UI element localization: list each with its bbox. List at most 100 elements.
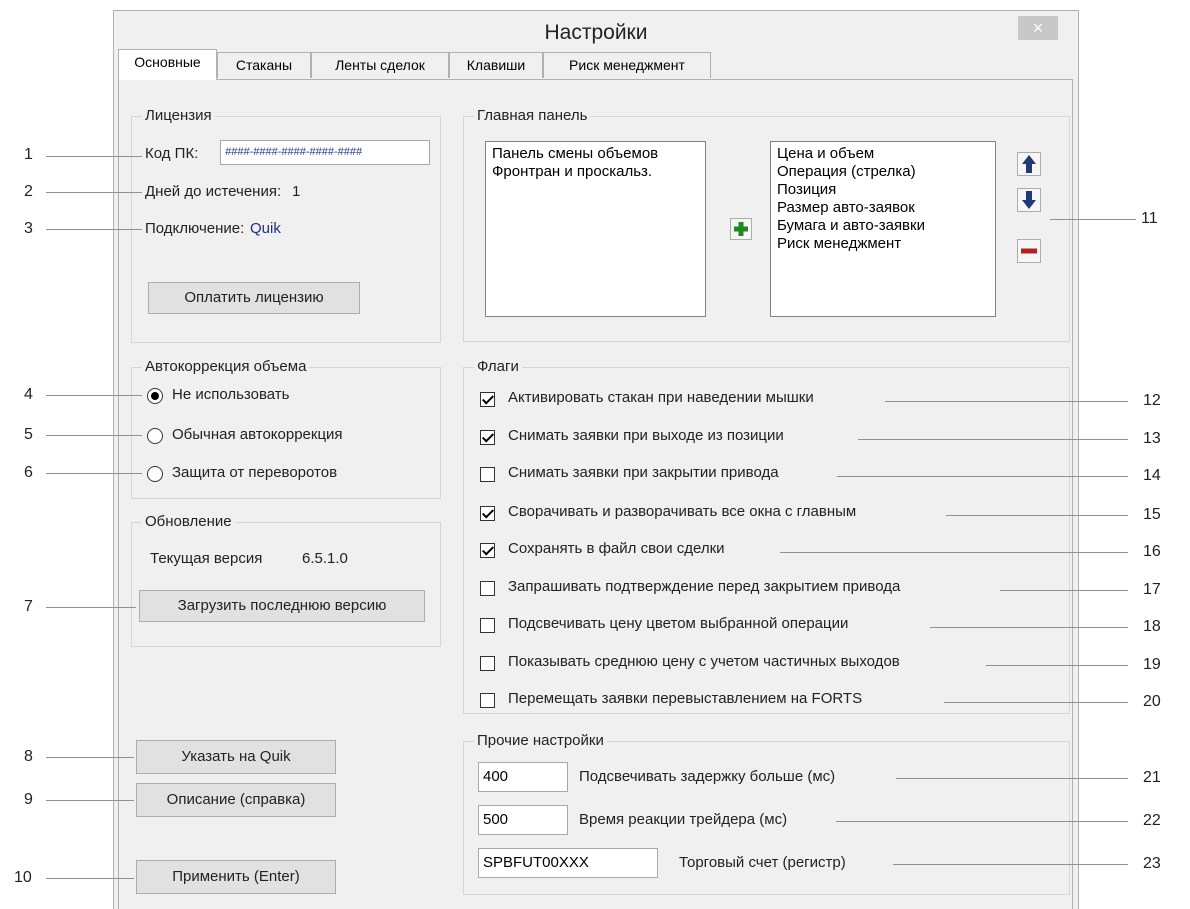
list-item[interactable]: Позиция (777, 181, 989, 199)
highlight-delay-input[interactable]: 400 (478, 762, 568, 792)
days-value: 1 (292, 183, 301, 200)
update-group: Обновление (131, 513, 441, 647)
close-icon[interactable]: × (1018, 16, 1058, 40)
flag-label: Запрашивать подтверждение перед закрытие… (508, 578, 901, 595)
annotation-line (885, 401, 1128, 402)
list-item[interactable]: Фронтран и проскальз. (492, 163, 699, 181)
apply-button[interactable]: Применить (Enter) (136, 860, 336, 894)
annotation-number: 11 (1141, 210, 1158, 227)
annotation-number: 10 (14, 869, 32, 886)
radio-normal-autocorrection-label: Обычная автокоррекция (172, 426, 343, 443)
flag-checkbox[interactable] (480, 618, 495, 633)
flag-checkbox[interactable] (480, 506, 495, 521)
reaction-time-input[interactable]: 500 (478, 805, 568, 835)
annotation-line (893, 864, 1128, 865)
radio-reversal-protection-label: Защита от переворотов (172, 464, 338, 481)
minus-icon (1021, 248, 1037, 254)
annotation-number: 22 (1143, 812, 1161, 829)
selected-panels-list[interactable]: Цена и объем Операция (стрелка) Позиция … (770, 141, 996, 317)
flag-label: Сохранять в файл свои сделки (508, 540, 725, 557)
trading-account-label: Торговый счет (регистр) (679, 854, 846, 871)
annotation-line (46, 435, 142, 436)
flag-label: Подсвечивать цену цветом выбранной опера… (508, 615, 849, 632)
current-version-label: Текущая версия (150, 550, 263, 567)
move-up-button[interactable] (1017, 152, 1041, 176)
available-panels-list[interactable]: Панель смены объемов Фронтран и проскаль… (485, 141, 706, 317)
tab-keys[interactable]: Клавиши (449, 52, 543, 78)
add-panel-button[interactable] (730, 218, 752, 240)
annotation-line (930, 627, 1128, 628)
radio-not-use[interactable] (147, 388, 163, 404)
annotation-number: 17 (1143, 581, 1161, 598)
flag-checkbox[interactable] (480, 467, 495, 482)
annotation-line (46, 607, 136, 608)
annotation-line (836, 821, 1128, 822)
list-item[interactable]: Цена и объем (777, 145, 989, 163)
annotation-number: 5 (24, 426, 33, 443)
annotation-number: 13 (1143, 430, 1161, 447)
annotation-number: 8 (24, 748, 33, 765)
highlight-delay-label: Подсвечивать задержку больше (мс) (579, 768, 836, 785)
list-item[interactable]: Риск менеджмент (777, 235, 989, 253)
main-panel-group-label: Главная панель (474, 107, 591, 124)
tab-main[interactable]: Основные (118, 49, 217, 80)
window-title: Настройки (544, 21, 648, 44)
annotation-line (946, 515, 1128, 516)
annotation-number: 21 (1143, 769, 1161, 786)
annotation-line (1000, 590, 1128, 591)
annotation-line (46, 878, 134, 879)
flag-checkbox[interactable] (480, 392, 495, 407)
trading-account-input[interactable]: SPBFUT00XXX (478, 848, 658, 878)
flag-checkbox[interactable] (480, 430, 495, 445)
annotation-number: 19 (1143, 656, 1161, 673)
flag-label: Перемещать заявки перевыставлением на FO… (508, 690, 863, 707)
flag-label: Снимать заявки при закрытии привода (508, 464, 779, 481)
pay-license-button[interactable]: Оплатить лицензию (148, 282, 360, 314)
annotation-number: 7 (24, 598, 33, 615)
annotation-line (1050, 219, 1136, 220)
flag-checkbox[interactable] (480, 693, 495, 708)
list-item[interactable]: Операция (стрелка) (777, 163, 989, 181)
list-item[interactable]: Панель смены объемов (492, 145, 699, 163)
annotation-number: 23 (1143, 855, 1161, 872)
flag-label: Активировать стакан при наведении мышки (508, 389, 814, 406)
annotation-number: 14 (1143, 467, 1161, 484)
annotation-number: 12 (1143, 392, 1161, 409)
arrow-up-icon (1022, 155, 1036, 173)
download-latest-button[interactable]: Загрузить последнюю версию (139, 590, 425, 622)
move-down-button[interactable] (1017, 188, 1041, 212)
annotation-line (46, 156, 142, 157)
pc-code-field[interactable]: ####-####-####-####-#### (220, 140, 430, 165)
list-item[interactable]: Размер авто-заявок (777, 199, 989, 217)
other-settings-group-label: Прочие настройки (474, 732, 607, 749)
flag-label: Сворачивать и разворачивать все окна с г… (508, 503, 857, 520)
radio-reversal-protection[interactable] (147, 466, 163, 482)
annotation-number: 6 (24, 464, 33, 481)
flag-label: Снимать заявки при выходе из позиции (508, 427, 784, 444)
radio-not-use-label: Не использовать (172, 386, 290, 403)
flag-checkbox[interactable] (480, 656, 495, 671)
reaction-time-label: Время реакции трейдера (мс) (579, 811, 788, 828)
annotation-number: 3 (24, 220, 33, 237)
license-group-label: Лицензия (142, 107, 215, 124)
annotation-number: 1 (24, 146, 33, 163)
annotation-number: 16 (1143, 543, 1161, 560)
annotation-number: 9 (24, 791, 33, 808)
connection-value: Quik (250, 220, 281, 237)
point-to-quik-button[interactable]: Указать на Quik (136, 740, 336, 774)
tab-trade-tapes[interactable]: Ленты сделок (311, 52, 449, 78)
remove-panel-button[interactable] (1017, 239, 1041, 263)
tab-order-books[interactable]: Стаканы (217, 52, 311, 78)
current-version-value: 6.5.1.0 (302, 550, 348, 567)
description-button[interactable]: Описание (справка) (136, 783, 336, 817)
annotation-line (46, 473, 142, 474)
flag-checkbox[interactable] (480, 581, 495, 596)
connection-label: Подключение: (145, 220, 245, 237)
flag-checkbox[interactable] (480, 543, 495, 558)
annotation-line (986, 665, 1128, 666)
tab-risk-management[interactable]: Риск менеджмент (543, 52, 711, 78)
radio-normal-autocorrection[interactable] (147, 428, 163, 444)
annotation-line (46, 757, 134, 758)
annotation-number: 18 (1143, 618, 1161, 635)
list-item[interactable]: Бумага и авто-заявки (777, 217, 989, 235)
